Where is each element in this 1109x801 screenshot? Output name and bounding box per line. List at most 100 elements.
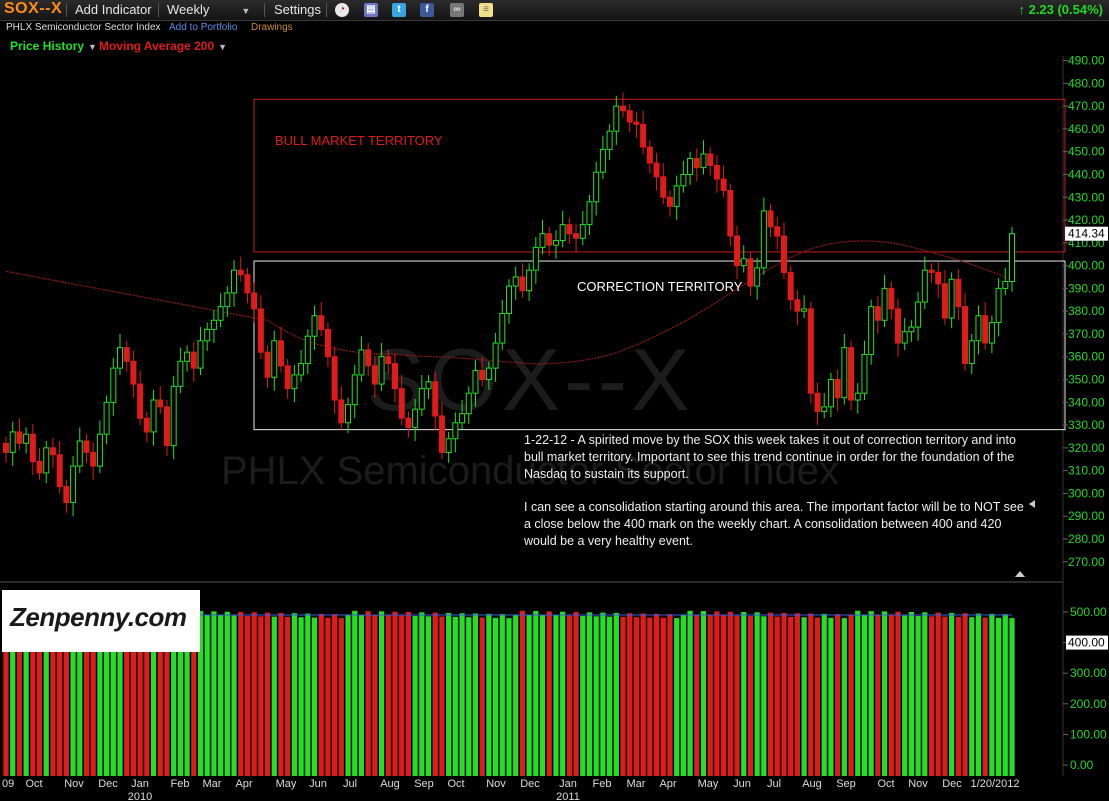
candle-body [70,465,77,504]
volume-bar [875,615,881,776]
candle-body [955,278,962,308]
candle-body [452,422,459,440]
y-tick-label: 430.00 [1068,190,1105,204]
scroll-left-marker [1029,500,1035,508]
x-tick-label: Jul [767,778,781,790]
volume-bar [868,611,874,776]
candle-body [1002,281,1009,289]
candle-body [465,392,472,415]
x-tick-label: Mar [203,778,222,790]
candle-body [264,351,271,378]
scroll-up-marker [1015,571,1025,577]
print-icon[interactable]: ▤ [364,3,378,17]
price-change: ↑ 2.23 (0.54%) [1018,2,1103,17]
volume-bar [881,611,888,776]
candle-body [539,233,546,248]
volume-bar [526,614,532,776]
drawings-link[interactable]: Drawings [251,22,293,33]
x-tick-label: Sep [414,778,434,790]
volume-bar [553,615,559,776]
candle-body [861,353,868,394]
candle-body [391,363,398,390]
volume-bar [727,611,733,776]
candle-body [378,356,385,385]
period-select[interactable]: Weekly ▼ [167,2,250,17]
logo-text: Zenpenny.com [10,602,187,632]
candle-body [566,224,573,235]
volume-y-tick-label: 300.00 [1070,666,1107,680]
candle-body [224,292,231,308]
candle-body [881,287,888,321]
x-tick-label: Nov [486,778,506,790]
symbol-input[interactable]: SOX--X [4,0,62,18]
candle-body [231,269,238,294]
candle-body [16,431,23,444]
y-tick-label: 490.00 [1068,54,1105,68]
volume-bar [989,613,995,776]
moving-average-indicator[interactable]: Moving Average 200 ▼ [99,39,227,53]
volume-bar [325,617,331,776]
volume-bar [767,612,774,776]
volume-bar [566,615,572,776]
volume-bar [586,612,593,776]
candle-body [29,433,36,463]
symbol-subbar: PHLX Semiconductor Sector Index Add to P… [0,21,600,37]
candle-body [593,171,600,203]
candle-body [801,308,808,312]
candle-body [814,392,821,412]
volume-bar [1002,614,1008,776]
candle-body [257,308,264,353]
candle-body [928,269,935,273]
notes-icon[interactable]: ≡ [479,3,493,17]
facebook-icon[interactable]: f [420,3,434,17]
y-tick-label: 370.00 [1068,327,1105,341]
candle-body [36,461,43,474]
candle-body [700,153,707,169]
candle-body [794,299,801,312]
add-to-portfolio-link[interactable]: Add to Portfolio [169,22,237,33]
alarm-clock-icon[interactable]: ◔ [335,3,349,17]
volume-bar [593,616,599,776]
candle-body [43,447,50,474]
x-year-label: 2010 [128,791,152,801]
volume-bar [405,612,411,776]
volume-bar [318,613,324,776]
candle-body [854,392,861,401]
candle-body [425,381,432,390]
candle-body [707,153,714,166]
volume-bar [821,613,827,776]
volume-bar [640,613,646,776]
volume-bar [801,617,807,776]
candle-body [49,447,56,456]
y-tick-label: 440.00 [1068,167,1105,181]
candle-body [485,367,492,381]
volume-bar [446,612,452,776]
volume-bar [439,616,445,776]
volume-bar [895,611,901,776]
add-indicator-button[interactable]: Add Indicator [75,2,152,17]
volume-bar [694,614,700,776]
volume-bar [499,614,505,776]
candle-body [848,347,855,401]
sox-weekly-chart[interactable]: SOX--X PHLX Semiconductor Sector Index 270… [0,0,1109,801]
twitter-icon[interactable]: t [392,3,406,17]
candle-body [633,121,640,125]
y-tick-label: 470.00 [1068,99,1105,113]
candle-body [237,269,244,276]
note-paragraph-1: 1-22-12 - A spirited move by the SOX thi… [524,433,1016,481]
x-tick-label: May [698,778,719,790]
y-tick-label: 450.00 [1068,145,1105,159]
candle-body [157,399,164,408]
x-tick-label: Feb [171,778,190,790]
volume-bar [385,615,391,776]
x-tick-label: Aug [802,778,822,790]
volume-bar [935,612,941,776]
candle-body [217,306,224,321]
volume-bar [600,612,606,776]
volume-bar [412,615,418,776]
candle-body [713,164,720,180]
price-history-indicator[interactable]: Price History ▼ [10,39,97,53]
link-icon[interactable]: ∞ [450,3,464,17]
settings-button[interactable]: Settings [274,2,321,17]
x-tick-label: 1/20/2012 [971,778,1020,790]
